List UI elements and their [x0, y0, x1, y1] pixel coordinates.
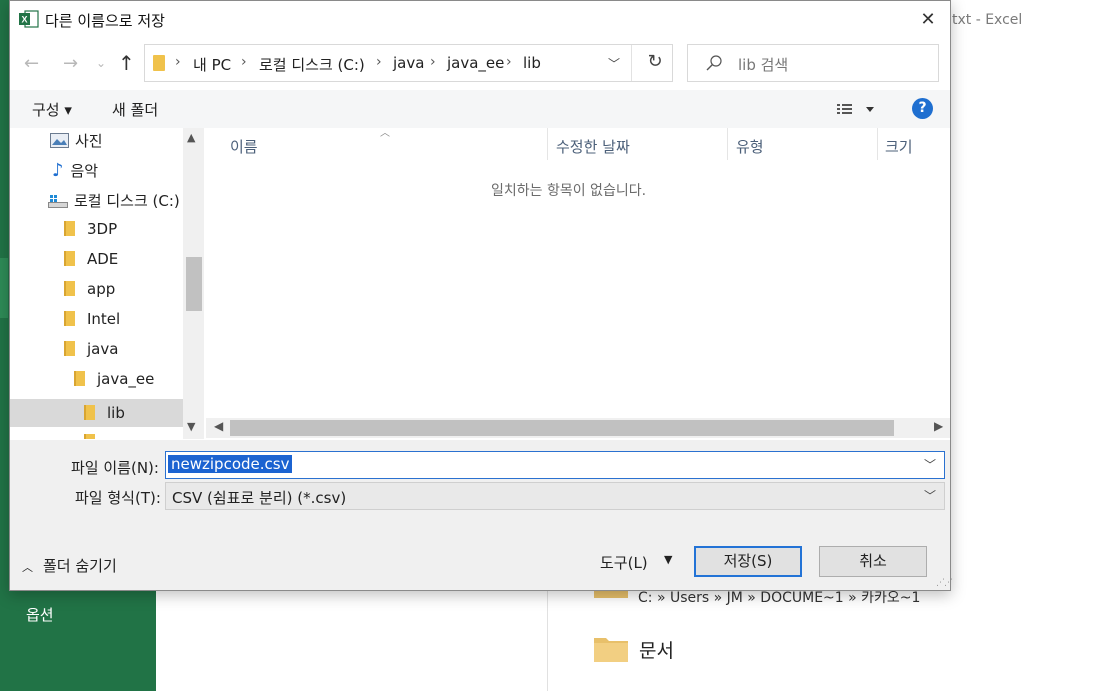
tree-item-music[interactable]: ♪ 음악 — [52, 160, 98, 188]
chevron-down-icon[interactable]: ▼ — [187, 420, 195, 433]
column-header-name[interactable]: 이름 — [230, 136, 258, 157]
chevron-up-icon[interactable]: ▲ — [187, 131, 195, 144]
tree-item-folder[interactable]: Intel — [64, 310, 120, 338]
folder-icon — [64, 221, 75, 236]
search-icon — [706, 55, 722, 71]
cancel-button[interactable]: 취소 — [819, 546, 927, 577]
filetype-value: CSV (쉼표로 분리) (*.csv) — [172, 489, 347, 507]
breadcrumb-item[interactable]: 로컬 디스크 (C:) — [259, 54, 365, 75]
filename-value[interactable]: newzipcode.csv — [168, 455, 293, 473]
tree-scrollbar[interactable]: ▲ ▼ — [183, 128, 204, 439]
recent-locations-button[interactable]: ⌄ — [96, 56, 106, 70]
scrollbar-thumb[interactable] — [230, 420, 894, 436]
chevron-up-icon: ︿ — [22, 561, 33, 574]
filename-label: 파일 이름(N): — [71, 459, 159, 477]
column-header-size[interactable]: 크기 — [885, 136, 913, 157]
back-button[interactable]: ← — [24, 53, 39, 74]
file-list: ︿ 이름 수정한 날짜 유형 크기 일치하는 항목이 없습니다. ◀ ▶ — [206, 128, 950, 439]
sort-ascending-icon: ︿ — [380, 128, 390, 139]
chevron-left-icon[interactable]: ◀ — [214, 419, 223, 433]
command-bar: 구성 ▾ 새 폴더 ? — [10, 90, 950, 128]
breadcrumb-item[interactable]: lib — [523, 54, 541, 72]
chevron-down-icon[interactable]: ﹀ — [601, 53, 627, 75]
folder-icon — [74, 371, 85, 386]
help-button[interactable]: ? — [912, 98, 933, 119]
horizontal-scrollbar[interactable]: ◀ ▶ — [206, 418, 950, 438]
tree-item-local-disk[interactable]: 로컬 디스크 (C:) — [48, 190, 180, 218]
chevron-down-icon[interactable]: ﹀ — [924, 487, 936, 504]
tree-item-folder[interactable]: app — [64, 280, 115, 308]
close-button[interactable]: ✕ — [908, 4, 948, 36]
tree-item-folder[interactable]: 3DP — [64, 220, 117, 248]
chevron-right-icon[interactable]: › — [241, 54, 247, 70]
tree-item-folder[interactable]: java_ee — [74, 370, 154, 398]
column-header-date[interactable]: 수정한 날짜 — [556, 136, 630, 157]
svg-text:X: X — [21, 15, 27, 25]
save-as-dialog: X 다른 이름으로 저장 ✕ ← → ⌄ ↑ › 내 PC › 로컬 디스크 (… — [9, 0, 953, 591]
dialog-titlebar: X 다른 이름으로 저장 ✕ — [10, 1, 950, 38]
organize-button[interactable]: 구성 ▾ — [32, 99, 72, 120]
chevron-right-icon[interactable]: › — [430, 54, 436, 70]
view-options-icon[interactable] — [836, 101, 881, 119]
drive-icon — [48, 195, 68, 208]
documents-folder-label[interactable]: 문서 — [639, 636, 674, 663]
filetype-select[interactable]: CSV (쉼표로 분리) (*.csv) ﹀ — [165, 482, 945, 510]
options-menu-item[interactable]: 옵션 — [26, 604, 54, 625]
tree-item-folder[interactable]: java — [64, 340, 118, 368]
breadcrumb-item[interactable]: java_ee — [447, 54, 504, 72]
music-icon: ♪ — [52, 160, 64, 181]
save-button[interactable]: 저장(S) — [694, 546, 802, 577]
excel-icon: X — [19, 10, 39, 28]
column-header-type[interactable]: 유형 — [736, 136, 764, 157]
folder-icon — [64, 281, 75, 296]
chevron-right-icon[interactable]: › — [506, 54, 512, 70]
dialog-footer: 파일 이름(N): newzipcode.csv ﹀ 파일 형식(T): CSV… — [10, 440, 953, 590]
breadcrumb-item[interactable]: java — [393, 54, 424, 72]
tools-button[interactable]: 도구(L) ▼ — [600, 552, 678, 576]
resize-grip-icon[interactable]: ⋰⋰ — [936, 578, 953, 588]
up-button[interactable]: ↑ — [118, 51, 135, 75]
folder-icon — [84, 405, 95, 420]
breadcrumb-item[interactable]: 내 PC — [193, 54, 231, 75]
scrollbar-thumb[interactable] — [186, 257, 202, 311]
navigation-pane: 사진 ♪ 음악 로컬 디스크 (C:) 3DP ADE app Intel jav… — [10, 128, 204, 439]
search-input[interactable]: lib 검색 — [687, 44, 939, 82]
chevron-down-icon[interactable]: ﹀ — [924, 456, 936, 473]
forward-button[interactable]: → — [63, 53, 78, 74]
window-title: txt - Excel — [952, 12, 1023, 28]
new-folder-button[interactable]: 새 폴더 — [112, 99, 158, 120]
folder-icon — [594, 590, 628, 598]
folder-icon — [64, 251, 75, 266]
folder-icon — [153, 55, 165, 71]
dialog-title: 다른 이름으로 저장 — [45, 12, 165, 30]
filetype-label: 파일 형식(T): — [75, 489, 161, 507]
caret-down-icon: ▼ — [664, 553, 673, 566]
tree-item-pictures[interactable]: 사진 — [50, 130, 103, 158]
chevron-right-icon[interactable]: › — [175, 54, 181, 70]
tree-item-folder[interactable]: ADE — [64, 250, 118, 278]
folder-icon — [84, 434, 95, 439]
hide-folders-button[interactable]: ︿ 폴더 숨기기 — [22, 555, 117, 576]
filename-input[interactable]: newzipcode.csv ﹀ — [165, 451, 945, 479]
tree-item-lib[interactable]: lib — [10, 399, 183, 427]
address-bar[interactable]: › 내 PC › 로컬 디스크 (C:) › java › java_ee › … — [144, 44, 673, 82]
search-placeholder: lib 검색 — [738, 56, 789, 74]
chevron-right-icon[interactable]: ▶ — [934, 419, 943, 433]
folder-icon — [64, 311, 75, 326]
refresh-button[interactable]: ↻ — [641, 51, 669, 75]
folder-icon — [594, 638, 628, 662]
chevron-right-icon[interactable]: › — [376, 54, 382, 70]
empty-message: 일치하는 항목이 없습니다. — [491, 183, 647, 199]
folder-icon — [64, 341, 75, 356]
pictures-icon — [50, 133, 69, 148]
